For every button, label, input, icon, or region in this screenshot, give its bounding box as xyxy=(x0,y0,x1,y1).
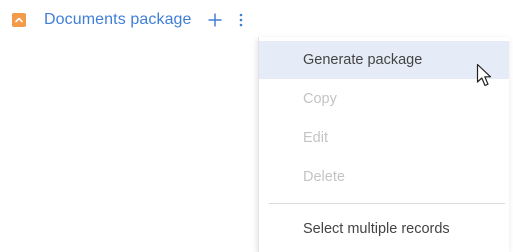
more-actions-button[interactable] xyxy=(236,11,246,29)
menu-item-label: Copy xyxy=(303,91,337,107)
vertical-ellipsis-icon xyxy=(239,13,242,27)
menu-divider xyxy=(269,203,505,204)
menu-item-label: Generate package xyxy=(303,52,423,68)
menu-item-delete[interactable]: Delete xyxy=(259,158,509,196)
menu-item-edit[interactable]: Edit xyxy=(259,119,509,157)
plus-icon xyxy=(208,13,222,27)
page: Documents package Generate package Copy … xyxy=(0,0,513,252)
menu-item-select-multiple-records[interactable]: Select multiple records xyxy=(259,210,509,248)
chevron-up-icon xyxy=(15,17,23,23)
detail-title: Documents package xyxy=(44,11,192,28)
collapse-button[interactable] xyxy=(12,13,26,27)
menu-item-label: Select multiple records xyxy=(303,221,450,237)
menu-item-copy[interactable]: Copy xyxy=(259,80,509,118)
menu-item-label: Delete xyxy=(303,169,345,185)
add-record-button[interactable] xyxy=(206,11,224,29)
actions-dropdown-menu: Generate package Copy Edit Delete Select… xyxy=(258,37,509,252)
detail-header: Documents package xyxy=(12,9,246,31)
menu-item-generate-package[interactable]: Generate package xyxy=(259,41,509,79)
menu-item-label: Edit xyxy=(303,130,328,146)
